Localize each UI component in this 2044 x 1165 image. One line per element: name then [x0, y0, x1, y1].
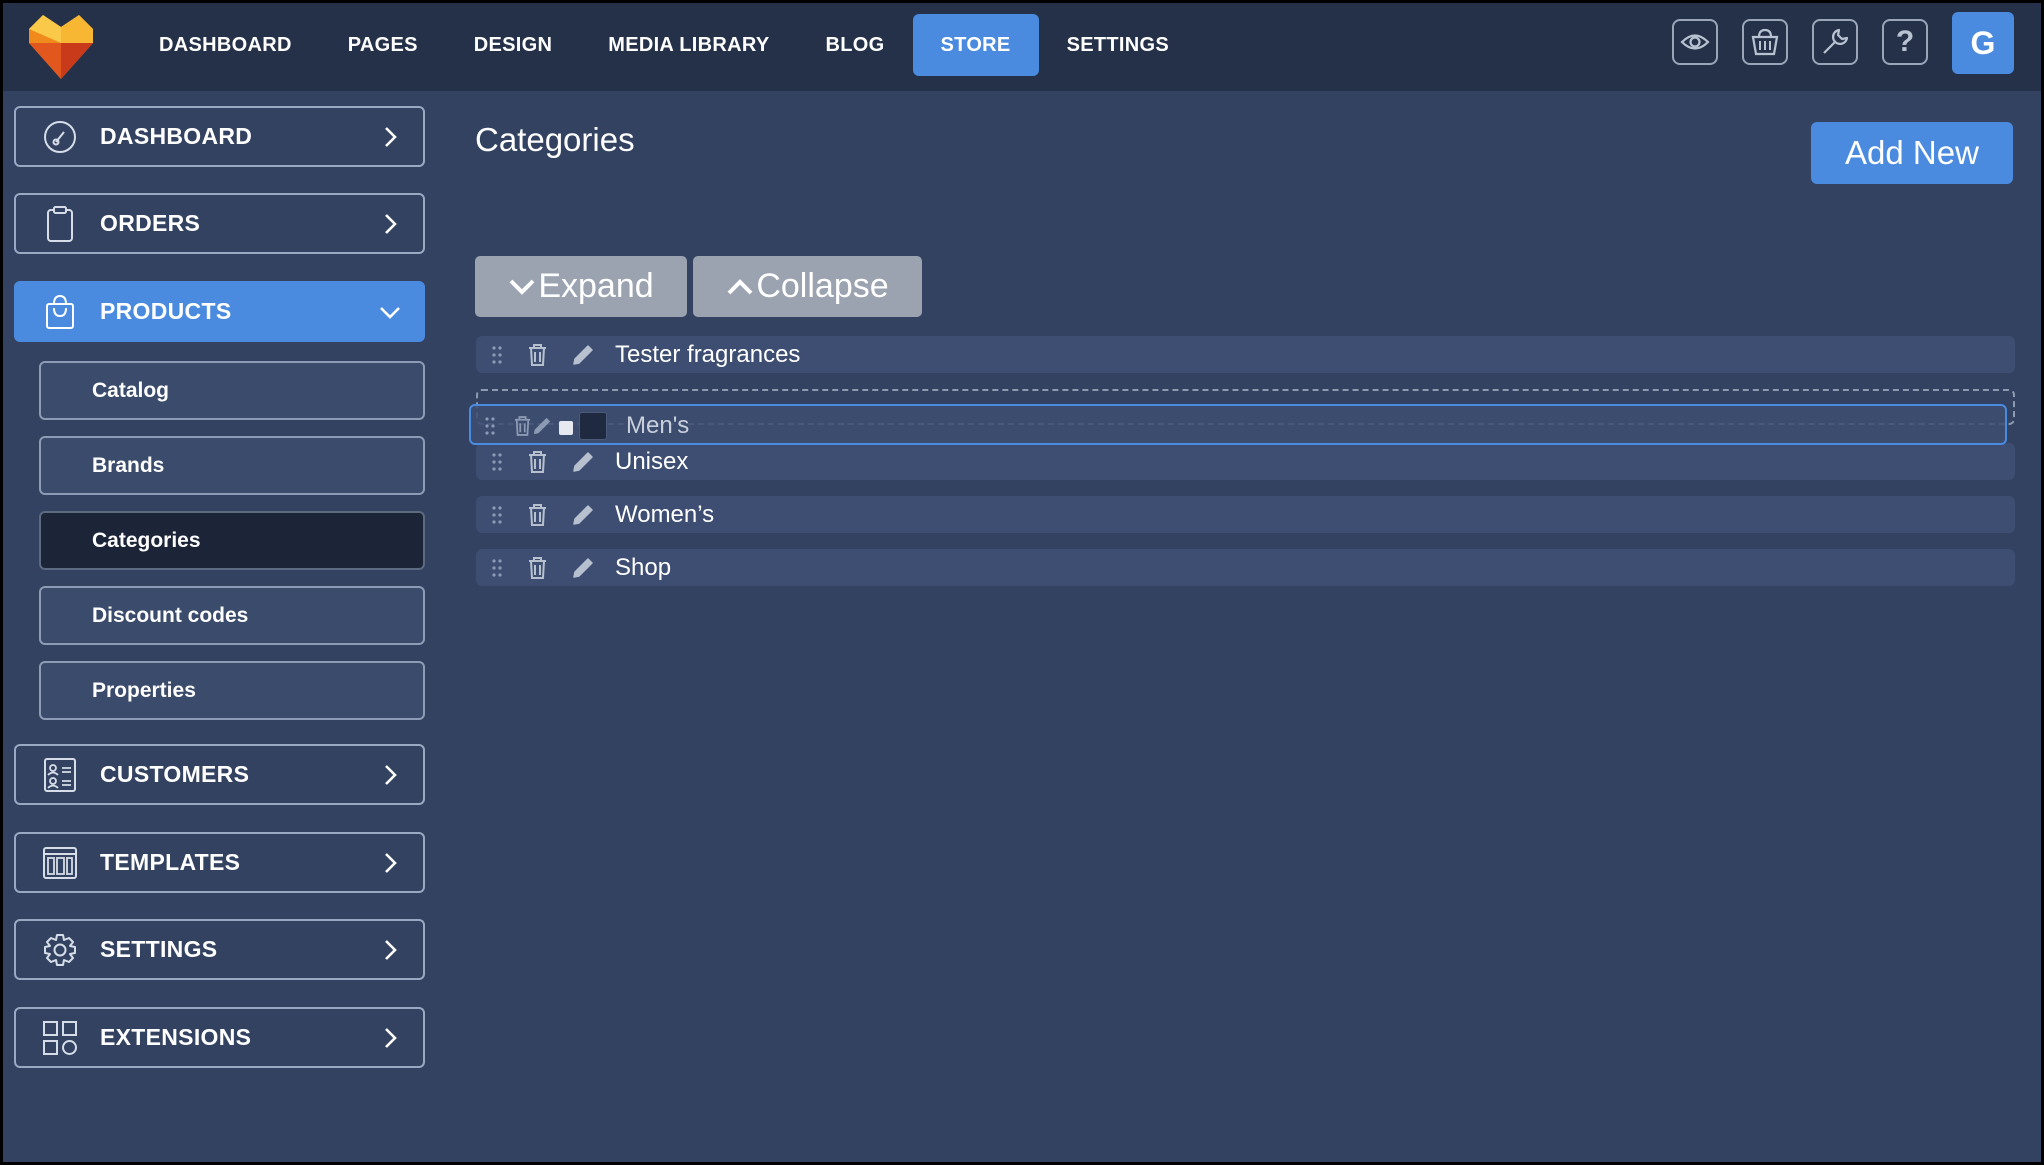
- drag-handle-icon[interactable]: [484, 416, 496, 436]
- sidebar-label: CUSTOMERS: [100, 761, 250, 787]
- basket-icon: [1751, 28, 1779, 56]
- chevron-right-icon: [385, 940, 397, 960]
- sidebar-sub-catalog[interactable]: Catalog: [39, 361, 425, 420]
- clipboard-icon: [47, 205, 73, 242]
- help-button[interactable]: ?: [1882, 19, 1928, 65]
- pencil-icon[interactable]: [572, 504, 594, 526]
- sidebar-item-products[interactable]: PRODUCTS: [14, 281, 425, 342]
- drag-handle-icon[interactable]: [491, 505, 503, 525]
- category-row[interactable]: Women’s: [476, 496, 2015, 533]
- sidebar-sub-properties[interactable]: Properties: [39, 661, 425, 720]
- nav-store[interactable]: STORE: [912, 14, 1039, 76]
- category-row[interactable]: Tester fragrances: [476, 336, 2015, 373]
- question-icon: ?: [1895, 25, 1915, 58]
- sidebar-sub-brands[interactable]: Brands: [39, 436, 425, 495]
- sidebar-label: ORDERS: [100, 210, 201, 236]
- sidebar-sub-discount-codes[interactable]: Discount codes: [39, 586, 425, 645]
- sidebar-item-customers[interactable]: CUSTOMERS: [14, 744, 425, 805]
- sidebar-sub-categories[interactable]: Categories: [39, 511, 425, 570]
- category-row[interactable]: Shop: [476, 549, 2015, 586]
- trash-icon[interactable]: [528, 504, 547, 526]
- chevron-right-icon: [385, 765, 397, 785]
- chevron-right-icon: [385, 127, 397, 147]
- pencil-icon[interactable]: [532, 416, 552, 436]
- tools-button[interactable]: [1812, 19, 1858, 65]
- sidebar-item-extensions[interactable]: EXTENSIONS: [14, 1007, 425, 1068]
- store-button[interactable]: [1742, 19, 1788, 65]
- collapse-button[interactable]: Collapse: [693, 256, 922, 317]
- template-icon: [43, 846, 77, 879]
- dragging-row[interactable]: Men's: [469, 404, 2007, 445]
- pencil-icon[interactable]: [572, 451, 594, 473]
- wrench-icon: [1823, 28, 1849, 54]
- nav-design[interactable]: DESIGN: [446, 14, 580, 76]
- category-label: Women’s: [615, 501, 715, 528]
- category-label: Tester fragrances: [615, 341, 801, 368]
- sidebar-label: DASHBOARD: [100, 123, 253, 149]
- chevron-down-icon: [509, 279, 535, 295]
- shopping-bag-icon: [46, 294, 74, 329]
- chevron-up-icon: [727, 278, 753, 294]
- add-new-button[interactable]: Add New: [1811, 122, 2013, 184]
- logo-icon[interactable]: [27, 13, 95, 79]
- drag-handle-icon[interactable]: [491, 345, 503, 365]
- nav-settings[interactable]: SETTINGS: [1039, 14, 1197, 76]
- collapse-label: Collapse: [756, 267, 889, 305]
- chevron-right-icon: [385, 853, 397, 873]
- category-row[interactable]: Unisex: [476, 443, 2015, 480]
- expand-button[interactable]: Expand: [475, 256, 687, 317]
- chevron-down-icon: [380, 307, 400, 319]
- sidebar-item-dashboard[interactable]: DASHBOARD: [14, 106, 425, 167]
- gear-icon: [44, 933, 76, 966]
- color-swatch[interactable]: [579, 412, 607, 440]
- drag-handle-icon[interactable]: [491, 558, 503, 578]
- pencil-icon[interactable]: [572, 557, 594, 579]
- nav-dashboard[interactable]: DASHBOARD: [131, 14, 320, 76]
- extensions-grid-icon: [43, 1020, 77, 1055]
- top-bar: DASHBOARD PAGES DESIGN MEDIA LIBRARY BLO…: [3, 3, 2041, 91]
- avatar[interactable]: G: [1952, 12, 2014, 74]
- app-frame: DASHBOARD PAGES DESIGN MEDIA LIBRARY BLO…: [3, 3, 2041, 1162]
- sidebar-label: PRODUCTS: [100, 298, 232, 324]
- sidebar-item-settings[interactable]: SETTINGS: [14, 919, 425, 980]
- expand-label: Expand: [538, 267, 654, 305]
- trash-icon[interactable]: [528, 451, 547, 473]
- contact-list-icon: [44, 757, 76, 792]
- sidebar-item-orders[interactable]: ORDERS: [14, 193, 425, 254]
- category-label: Men's: [626, 412, 690, 439]
- sidebar-label: TEMPLATES: [100, 849, 241, 875]
- trash-icon[interactable]: [514, 416, 531, 436]
- gauge-icon: [44, 120, 76, 153]
- sidebar-label: SETTINGS: [100, 936, 218, 962]
- nav-media-library[interactable]: MEDIA LIBRARY: [580, 14, 797, 76]
- eye-icon: [1680, 34, 1710, 50]
- page-title: Categories: [475, 121, 635, 158]
- sidebar-label: EXTENSIONS: [100, 1024, 252, 1050]
- main-nav: DASHBOARD PAGES DESIGN MEDIA LIBRARY BLO…: [131, 14, 1197, 76]
- pencil-icon[interactable]: [572, 344, 594, 366]
- nav-pages[interactable]: PAGES: [320, 14, 446, 76]
- drag-handle-icon[interactable]: [491, 452, 503, 472]
- category-label: Unisex: [615, 448, 689, 475]
- chevron-right-icon: [385, 1028, 397, 1048]
- category-label: Shop: [615, 554, 672, 581]
- trash-icon[interactable]: [528, 344, 547, 366]
- preview-button[interactable]: [1672, 19, 1718, 65]
- nav-blog[interactable]: BLOG: [798, 14, 913, 76]
- checkbox-icon[interactable]: [559, 421, 573, 435]
- sidebar-item-templates[interactable]: TEMPLATES: [14, 832, 425, 893]
- chevron-right-icon: [385, 214, 397, 234]
- trash-icon[interactable]: [528, 557, 547, 579]
